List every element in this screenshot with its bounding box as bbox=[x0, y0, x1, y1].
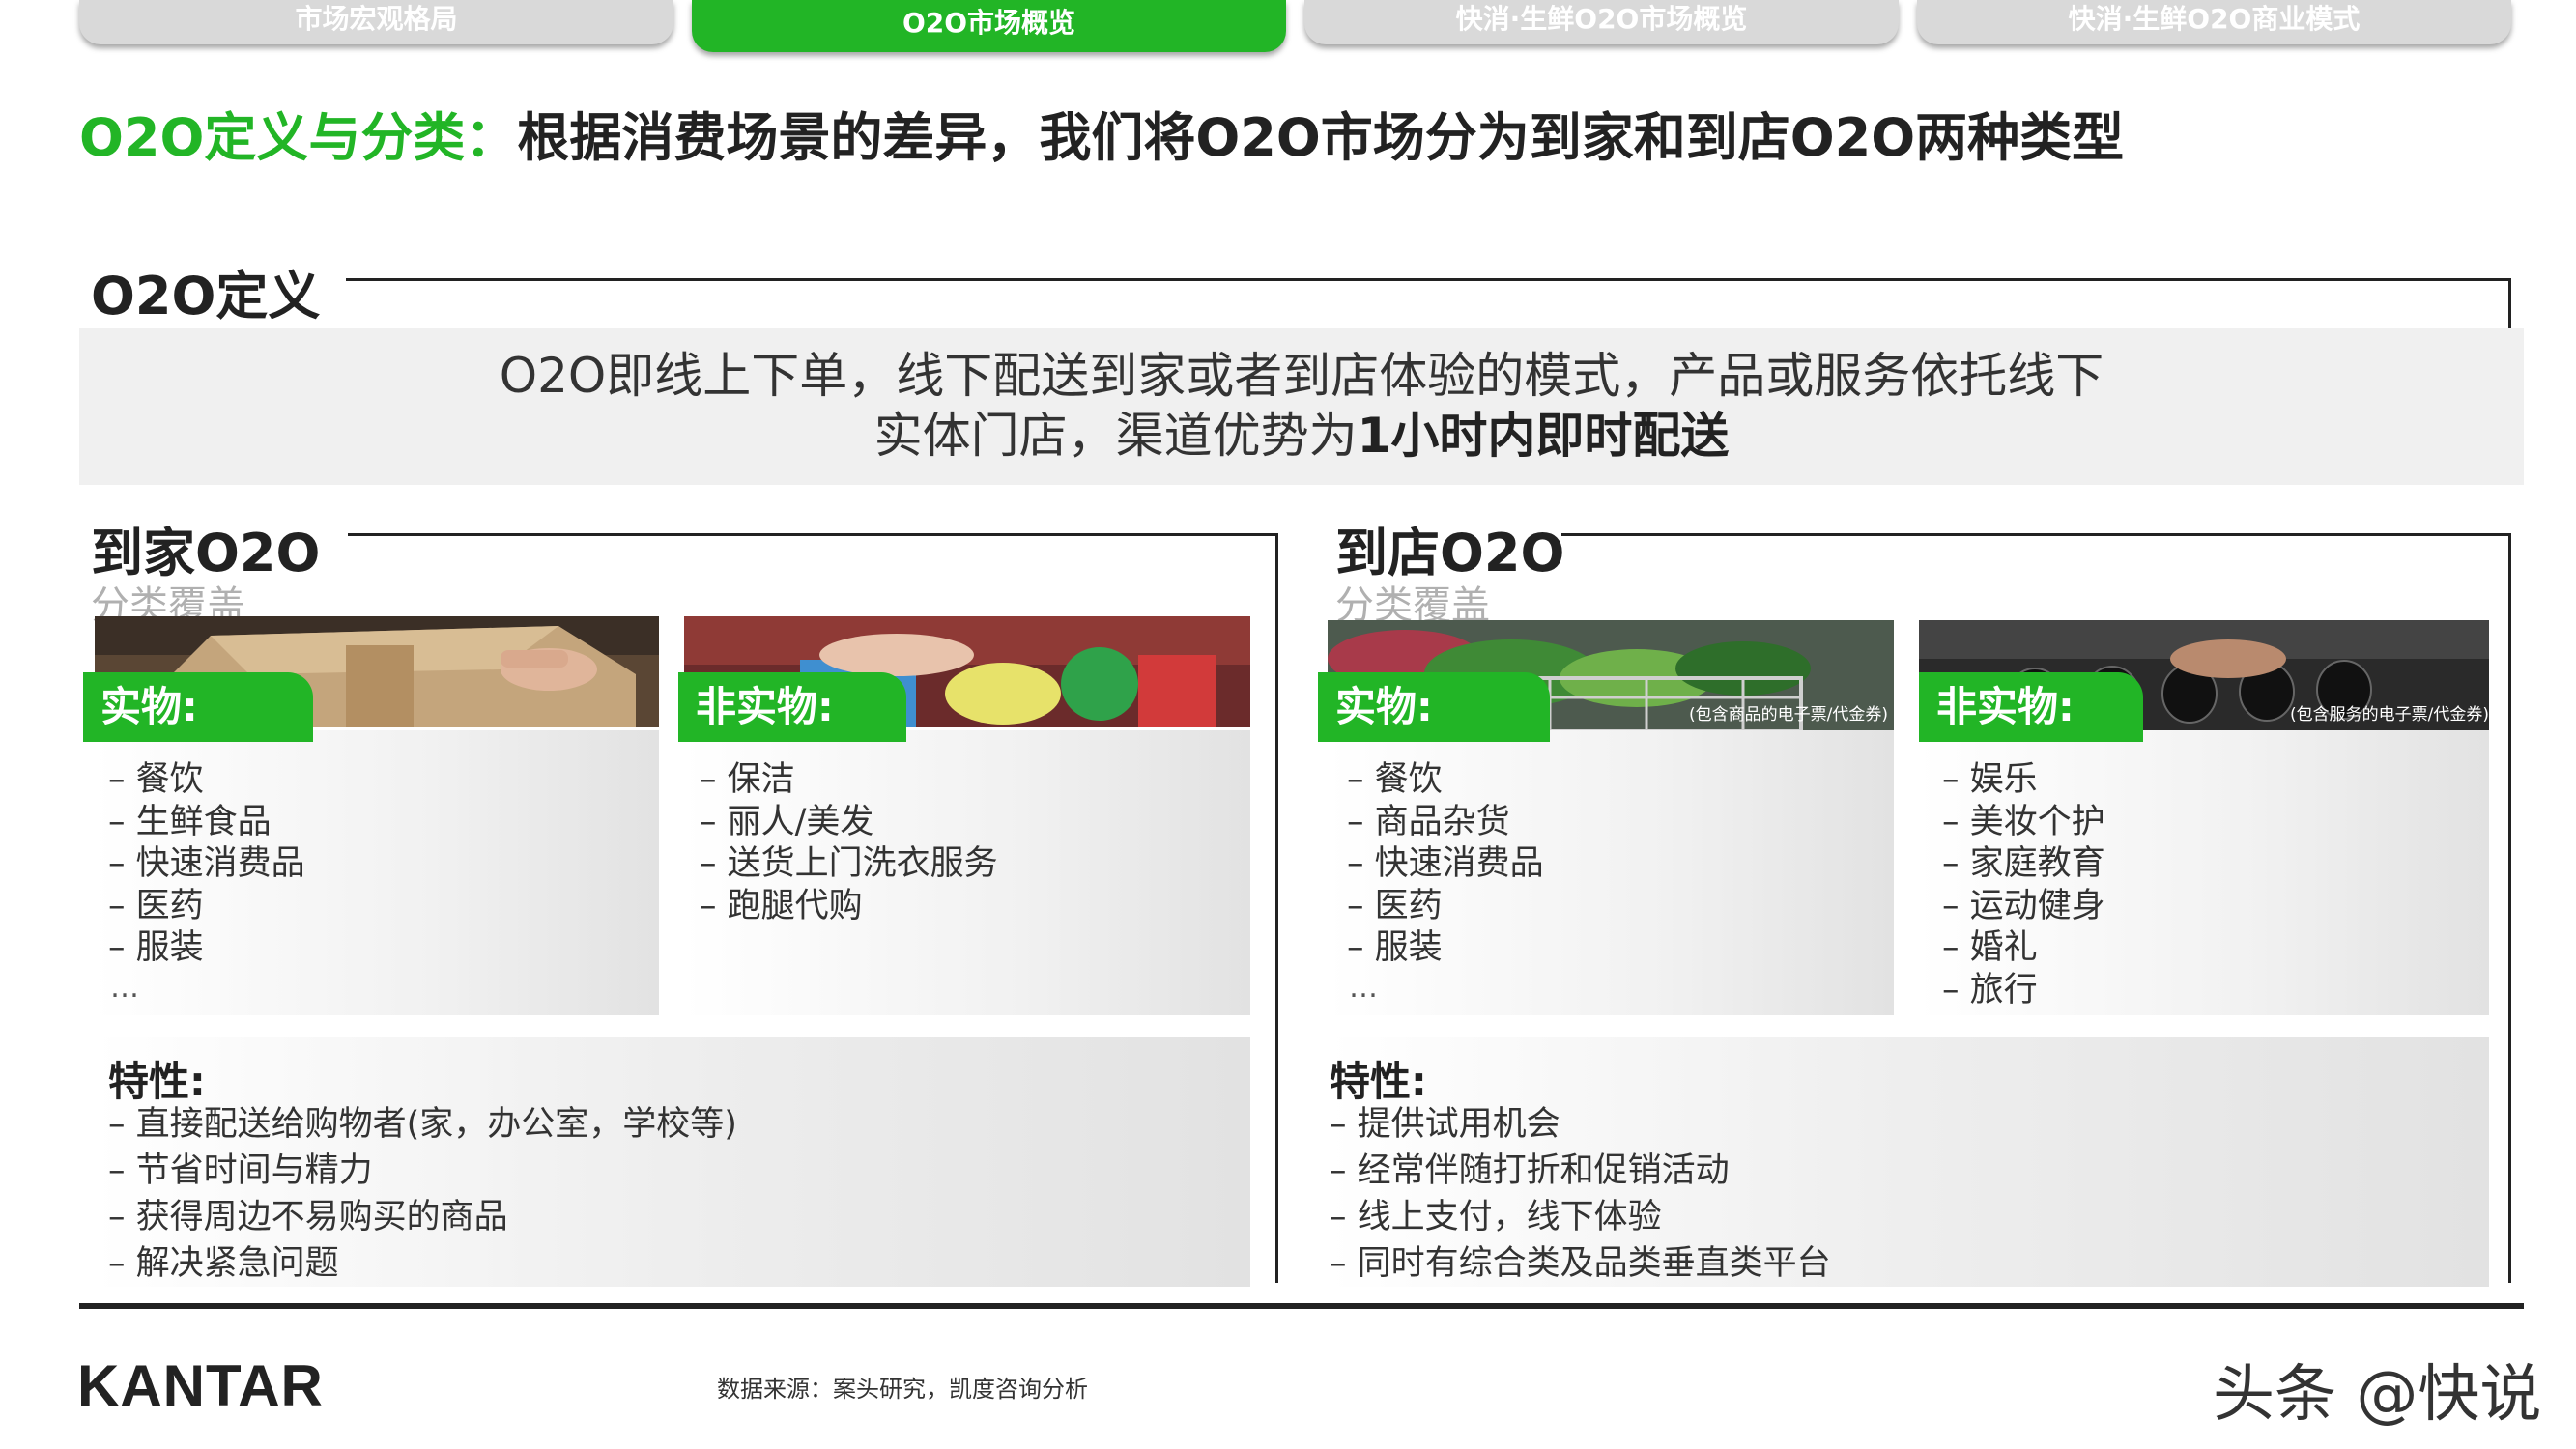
list-item: 服装 bbox=[108, 927, 305, 970]
tab-fmcg-fresh-business-model[interactable]: 快消·生鲜O2O商业模式 bbox=[1917, 0, 2511, 44]
tab-o2o-overview[interactable]: O2O市场概览 bbox=[692, 0, 1286, 52]
list-item: 快速消费品 bbox=[108, 843, 305, 886]
definition-text: O2O即线上下单，线下配送到家或者到店体验的模式，产品或服务依托线下 实体门店，… bbox=[79, 346, 2524, 466]
kantar-logo: KANTAR bbox=[77, 1353, 324, 1418]
home-nonphysical-list: 保洁 丽人/美发 送货上门洗衣服务 跑腿代购 bbox=[700, 759, 998, 927]
list-item: 医药 bbox=[108, 886, 305, 928]
store-nonphysical-tag: 非实物: bbox=[1919, 672, 2143, 742]
list-item: 家庭教育 bbox=[1942, 843, 2105, 886]
list-item: 快速消费品 bbox=[1347, 843, 1544, 886]
title-rest: 根据消费场景的差异，我们将O2O市场分为到家和到店O2O两种类型 bbox=[517, 107, 2125, 168]
list-item: 提供试用机会 bbox=[1330, 1101, 1831, 1148]
home-nonphysical-tag: 非实物: bbox=[678, 672, 906, 742]
bottom-rule bbox=[79, 1303, 2524, 1309]
tab-fmcg-fresh-overview[interactable]: 快消·生鲜O2O市场概览 bbox=[1304, 0, 1899, 44]
list-item: 线上支付，线下体验 bbox=[1330, 1194, 1831, 1240]
definition-rule bbox=[346, 278, 2510, 281]
home-physical-list: 餐饮 生鲜食品 快速消费品 医药 服装 bbox=[108, 759, 305, 970]
store-physical-note: (包含商品的电子票/代金券) bbox=[1689, 705, 1888, 724]
store-physical-tag: 实物: bbox=[1318, 672, 1550, 742]
store-nonphysical-note: (包含服务的电子票/代金券) bbox=[2290, 705, 2489, 724]
store-o2o-rule-end bbox=[2508, 533, 2511, 1283]
data-source: 数据来源：案头研究，凯度咨询分析 bbox=[717, 1376, 1088, 1403]
store-traits-list: 提供试用机会 经常伴随打折和促销活动 线上支付，线下体验 同时有综合类及品类垂直… bbox=[1330, 1101, 1831, 1287]
list-item: 同时有综合类及品类垂直类平台 bbox=[1330, 1240, 1831, 1287]
definition-line-1: O2O即线上下单，线下配送到家或者到店体验的模式，产品或服务依托线下 bbox=[499, 348, 2104, 404]
list-item: 跑腿代购 bbox=[700, 886, 998, 928]
home-traits-list: 直接配送给购物者(家，办公室，学校等) 节省时间与精力 获得周边不易购买的商品 … bbox=[108, 1101, 737, 1287]
list-item: 运动健身 bbox=[1942, 886, 2105, 928]
store-traits-title: 特性: bbox=[1330, 1058, 1427, 1105]
list-item: 餐饮 bbox=[1347, 759, 1544, 802]
list-item: 婚礼 bbox=[1942, 927, 2105, 970]
list-item: 保洁 bbox=[700, 759, 998, 802]
tab-market-macro[interactable]: 市场宏观格局 bbox=[79, 0, 673, 44]
list-item: 旅行 bbox=[1942, 970, 2105, 1012]
store-physical-ellipsis: … bbox=[1349, 971, 1378, 1005]
list-item: 医药 bbox=[1347, 886, 1544, 928]
home-traits-title: 特性: bbox=[108, 1058, 206, 1105]
title-highlight: O2O定义与分类： bbox=[79, 107, 518, 168]
list-item: 经常伴随打折和促销活动 bbox=[1330, 1148, 1831, 1194]
definition-heading: O2O定义 bbox=[91, 266, 321, 327]
list-item: 美妆个护 bbox=[1942, 802, 2105, 844]
list-item: 生鲜食品 bbox=[108, 802, 305, 844]
list-item: 餐饮 bbox=[108, 759, 305, 802]
store-nonphysical-list: 娱乐 美妆个护 家庭教育 运动健身 婚礼 旅行 bbox=[1942, 759, 2105, 1011]
list-item: 节省时间与精力 bbox=[108, 1148, 737, 1194]
definition-highlight: 1小时内即时配送 bbox=[1357, 408, 1730, 464]
home-o2o-rule bbox=[348, 533, 1277, 536]
list-item: 商品杂货 bbox=[1347, 802, 1544, 844]
store-physical-list: 餐饮 商品杂货 快速消费品 医药 服装 bbox=[1347, 759, 1544, 970]
list-item: 服装 bbox=[1347, 927, 1544, 970]
definition-line-2: 实体门店，渠道优势为1小时内即时配送 bbox=[873, 408, 1730, 464]
page-title: O2O定义与分类：根据消费场景的差异，我们将O2O市场分为到家和到店O2O两种类… bbox=[79, 95, 2124, 171]
list-item: 获得周边不易购买的商品 bbox=[108, 1194, 737, 1240]
list-item: 娱乐 bbox=[1942, 759, 2105, 802]
home-physical-ellipsis: … bbox=[110, 971, 139, 1005]
store-o2o-rule bbox=[1561, 533, 2510, 536]
list-item: 丽人/美发 bbox=[700, 802, 998, 844]
home-o2o-rule-end bbox=[1275, 533, 1278, 1283]
home-physical-tag: 实物: bbox=[83, 672, 313, 742]
list-item: 送货上门洗衣服务 bbox=[700, 843, 998, 886]
list-item: 直接配送给购物者(家，办公室，学校等) bbox=[108, 1101, 737, 1148]
list-item: 解决紧急问题 bbox=[108, 1240, 737, 1287]
watermark: 头条 @快说 bbox=[2213, 1359, 2542, 1431]
